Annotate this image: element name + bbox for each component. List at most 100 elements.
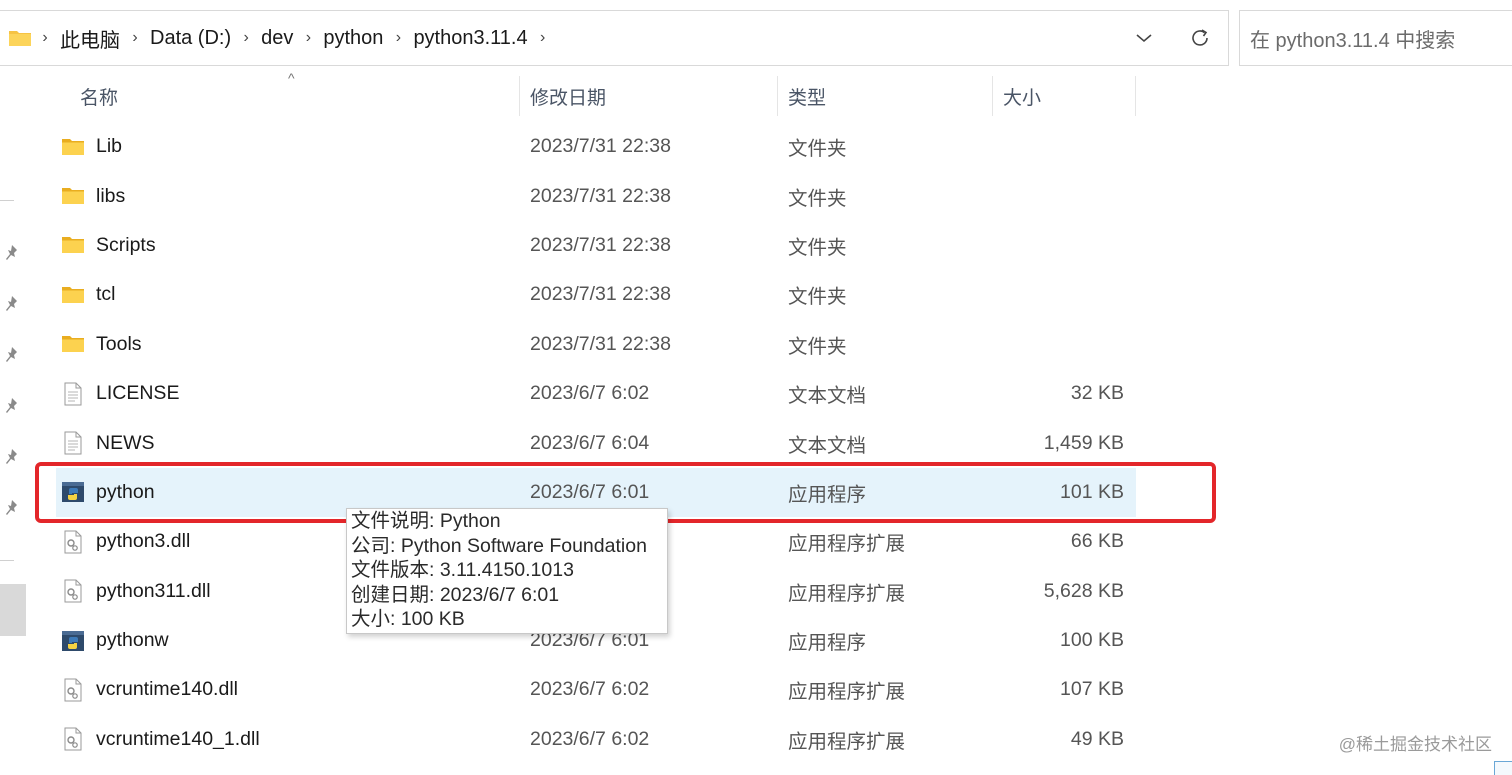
file-row[interactable]: NEWS 2023/6/7 6:04 文本文档 1,459 KB [56,418,1136,467]
file-name: python3.dll [96,530,191,553]
file-name-cell[interactable]: vcruntime140_1.dll [60,715,520,764]
file-type: 应用程序 [788,632,867,655]
breadcrumb-item[interactable]: python3.11.4 [411,25,529,52]
file-date: 2023/6/7 6:02 [530,727,650,750]
python-exe-icon [60,479,86,505]
file-name-cell[interactable]: Lib [60,122,520,171]
divider [0,560,14,561]
file-name: tcl [96,283,116,306]
dll-file-icon [60,677,86,703]
file-name-cell[interactable]: tcl [60,270,520,319]
file-row[interactable]: vcruntime140_1.dll 2023/6/7 6:02 应用程序扩展 49 … [56,715,1136,764]
breadcrumb-item[interactable]: 此电脑 [58,22,122,55]
python-exe-icon [60,628,86,654]
chevron-right-icon[interactable]: › [32,29,58,47]
tooltip-size: 大小: 100 KB [351,608,465,631]
breadcrumb-item[interactable]: python [321,25,385,52]
refresh-icon [1192,29,1208,46]
file-name: NEWS [96,431,155,454]
breadcrumb-item[interactable]: Data (D:) [148,25,233,52]
file-type: 应用程序 [788,483,867,506]
chevron-right-icon[interactable]: › [122,29,148,47]
folder-icon [60,134,86,160]
folder-icon [60,232,86,258]
tooltip-company: 公司: Python Software Foundation [351,534,647,557]
file-type: 文本文档 [788,385,867,408]
file-size: 32 KB [1070,382,1124,405]
file-row[interactable]: tcl 2023/7/31 22:38 文件夹 [56,270,1136,319]
pin-icon[interactable] [4,346,20,364]
file-date: 2023/6/7 6:02 [530,382,650,405]
file-type: 文件夹 [788,187,847,210]
chevron-right-icon[interactable]: › [233,29,259,47]
file-name: vcruntime140.dll [96,678,238,701]
file-type: 文本文档 [788,434,867,457]
dll-file-icon [60,578,86,604]
text-file-icon [60,430,86,456]
file-name: Tools [96,332,142,355]
tooltip-version: 文件版本: 3.11.4150.1013 [351,559,574,582]
file-info-tooltip: 文件说明: Python 公司: Python Software Foundat… [346,508,668,634]
dll-file-icon [60,529,86,555]
pin-icon[interactable] [4,397,20,415]
file-type: 应用程序扩展 [788,730,906,753]
dll-file-icon [60,726,86,752]
pin-icon[interactable] [4,448,20,466]
chevron-right-icon[interactable]: › [385,29,411,47]
file-row[interactable]: Scripts 2023/7/31 22:38 文件夹 [56,221,1136,270]
file-name: vcruntime140_1.dll [96,727,260,750]
file-type: 文件夹 [788,335,847,358]
file-name-cell[interactable]: LICENSE [60,369,520,418]
breadcrumb-item[interactable]: dev [259,25,295,52]
file-name-cell[interactable]: Scripts [60,221,520,270]
file-row[interactable]: LICENSE 2023/6/7 6:02 文本文档 32 KB [56,369,1136,418]
column-size-header[interactable]: 大小 [993,74,1135,118]
chevron-down-icon [1136,34,1152,43]
tooltip-created: 创建日期: 2023/6/7 6:01 [351,583,560,606]
column-type-header[interactable]: 类型 [778,74,992,118]
file-size: 5,628 KB [1043,579,1124,602]
file-name-cell[interactable]: Tools [60,320,520,369]
search-input[interactable]: 在 python3.11.4 中搜索 [1239,10,1512,66]
folder-icon [60,282,86,308]
file-name-cell[interactable]: NEWS [60,418,520,467]
file-type: 应用程序扩展 [788,533,906,556]
refresh-button[interactable] [1172,11,1228,65]
file-name-cell[interactable]: libs [60,171,520,220]
pin-icon[interactable] [4,244,20,262]
file-date: 2023/7/31 22:38 [530,184,671,207]
chevron-right-icon[interactable]: › [295,29,321,47]
chevron-right-icon[interactable]: › [530,29,556,47]
address-bar[interactable]: › 此电脑 › Data (D:) › dev › python › pytho… [0,10,1229,66]
search-placeholder: 在 python3.11.4 中搜索 [1250,29,1456,52]
text-file-icon [60,381,86,407]
pin-icon[interactable] [4,295,20,313]
file-name: Scripts [96,233,156,256]
nav-selected-item[interactable] [0,584,26,636]
file-row[interactable]: vcruntime140.dll 2023/6/7 6:02 应用程序扩展 107 K… [56,665,1136,714]
file-size: 107 KB [1060,678,1124,701]
file-size: 66 KB [1070,530,1124,553]
column-divider[interactable] [1135,76,1136,116]
file-size: 1,459 KB [1043,431,1124,454]
file-size: 100 KB [1060,629,1124,652]
file-row[interactable]: Tools 2023/7/31 22:38 文件夹 [56,320,1136,369]
file-list: Lib 2023/7/31 22:38 文件夹 libs 2023/7/31 22:38… [56,122,1136,764]
file-name: python [96,480,155,503]
tooltip-description: 文件说明: Python [351,510,501,532]
watermark: @稀土掘金技术社区 [1338,735,1492,754]
column-date-header[interactable]: 修改日期 [520,74,776,118]
file-name: libs [96,184,126,207]
file-size: 101 KB [1060,480,1124,503]
file-date: 2023/7/31 22:38 [530,332,671,355]
address-history-dropdown[interactable] [1116,11,1172,65]
file-type: 文件夹 [788,138,847,161]
file-name-cell[interactable]: vcruntime140.dll [60,665,520,714]
file-name: Lib [96,135,123,158]
file-row[interactable]: libs 2023/7/31 22:38 文件夹 [56,171,1136,220]
file-row[interactable]: Lib 2023/7/31 22:38 文件夹 [56,122,1136,171]
column-name-header[interactable]: 名称 [70,74,520,118]
pin-icon[interactable] [4,499,20,517]
file-date: 2023/7/31 22:38 [530,233,671,256]
file-type: 应用程序扩展 [788,681,906,704]
